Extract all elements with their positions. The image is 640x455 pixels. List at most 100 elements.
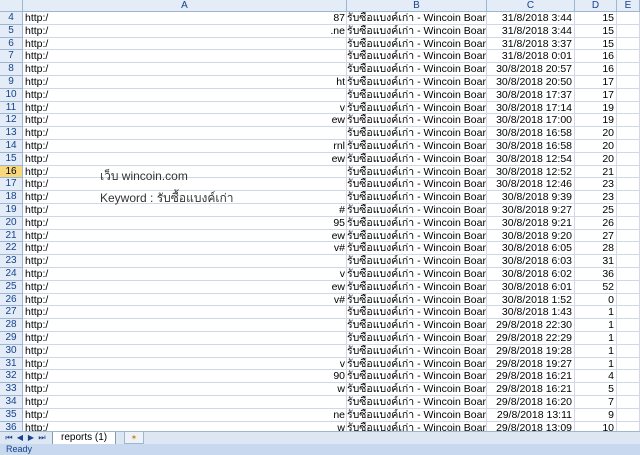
row-header[interactable]: 27	[0, 306, 23, 320]
cell-url[interactable]: http:/	[23, 306, 347, 320]
row-header[interactable]: 8	[0, 63, 23, 76]
spreadsheet-grid[interactable]: A B C D E 4 http:/87 รับซื้อแบงค์เก่า - Wi…	[0, 0, 640, 431]
cell-title[interactable]: รับซื้อแบงค์เก่า - Wincoin Board	[347, 357, 487, 371]
cell-empty[interactable]	[617, 331, 640, 345]
column-header-c[interactable]: C	[487, 0, 575, 12]
row-header[interactable]: 24	[0, 267, 23, 281]
cell-rank[interactable]: 19	[575, 101, 617, 115]
cell-url[interactable]: http:/ ht	[23, 75, 347, 89]
cell-title[interactable]: รับซื้อแบงค์เก่า - Wincoin Board	[347, 101, 487, 115]
cell-rank[interactable]: 4	[575, 370, 617, 384]
row-header[interactable]: 16	[0, 165, 23, 179]
column-header-b[interactable]: B	[347, 0, 487, 12]
row-header[interactable]: 6	[0, 37, 23, 51]
cell-empty[interactable]	[617, 280, 640, 294]
row-header[interactable]: 29	[0, 331, 23, 345]
cell-date[interactable]: 31/8/2018 3:44	[487, 12, 575, 25]
cell-url[interactable]: http:/ ne	[23, 408, 347, 422]
cell-empty[interactable]	[617, 319, 640, 332]
cell-title[interactable]: รับซื้อแบงค์เก่า - Wincoin Board	[347, 50, 487, 64]
row-header[interactable]: 35	[0, 408, 23, 422]
cell-date[interactable]: 30/8/2018 6:05	[487, 242, 575, 256]
row-header[interactable]: 21	[0, 229, 23, 243]
cell-empty[interactable]	[617, 267, 640, 281]
cell-title[interactable]: รับซื้อแบงค์เก่า - Wincoin Board	[347, 24, 487, 38]
cell-rank[interactable]: 25	[575, 203, 617, 217]
cell-title[interactable]: รับซื้อแบงค์เก่า - Wincoin Board	[347, 267, 487, 281]
cell-title[interactable]: รับซื้อแบงค์เก่า - Wincoin Board	[347, 280, 487, 294]
cell-date[interactable]: 30/8/2018 6:03	[487, 255, 575, 268]
cell-empty[interactable]	[617, 255, 640, 268]
cell-url[interactable]: http:/ v#	[23, 242, 347, 256]
cell-empty[interactable]	[617, 306, 640, 320]
cell-rank[interactable]: 10	[575, 421, 617, 431]
cell-empty[interactable]	[617, 191, 640, 204]
cell-empty[interactable]	[617, 152, 640, 166]
cell-empty[interactable]	[617, 114, 640, 128]
cell-url[interactable]: http:/ v	[23, 101, 347, 115]
cell-rank[interactable]: 15	[575, 24, 617, 38]
cell-url[interactable]: http:/	[23, 127, 347, 140]
cell-title[interactable]: รับซื้อแบงค์เก่า - Wincoin Board	[347, 37, 487, 51]
cell-rank[interactable]: 0	[575, 293, 617, 307]
row-header[interactable]: 32	[0, 370, 23, 384]
row-header[interactable]: 19	[0, 203, 23, 217]
last-sheet-icon[interactable]: ⏭	[37, 433, 47, 443]
cell-rank[interactable]: 20	[575, 139, 617, 153]
cell-rank[interactable]: 17	[575, 75, 617, 89]
cell-date[interactable]: 30/8/2018 9:21	[487, 216, 575, 230]
cell-empty[interactable]	[617, 229, 640, 243]
cell-title[interactable]: รับซื้อแบงค์เก่า - Wincoin Board	[347, 75, 487, 89]
cell-rank[interactable]: 1	[575, 306, 617, 320]
cell-title[interactable]: รับซื้อแบงค์เก่า - Wincoin Board	[347, 383, 487, 396]
cell-date[interactable]: 31/8/2018 3:44	[487, 24, 575, 38]
cell-title[interactable]: รับซื้อแบงค์เก่า - Wincoin Board	[347, 255, 487, 268]
cell-empty[interactable]	[617, 293, 640, 307]
cell-date[interactable]: 31/8/2018 3:37	[487, 37, 575, 51]
cell-rank[interactable]: 21	[575, 165, 617, 179]
cell-rank[interactable]: 31	[575, 255, 617, 268]
cell-title[interactable]: รับซื้อแบงค์เก่า - Wincoin Board	[347, 165, 487, 179]
cell-empty[interactable]	[617, 37, 640, 51]
cell-empty[interactable]	[617, 127, 640, 140]
cell-date[interactable]: 30/8/2018 17:37	[487, 88, 575, 102]
cell-rank[interactable]: 1	[575, 319, 617, 332]
row-header[interactable]: 5	[0, 24, 23, 38]
row-header[interactable]: 25	[0, 280, 23, 294]
cell-title[interactable]: รับซื้อแบงค์เก่า - Wincoin Board	[347, 216, 487, 230]
row-header[interactable]: 12	[0, 114, 23, 128]
cell-rank[interactable]: 16	[575, 63, 617, 76]
cell-date[interactable]: 30/8/2018 12:52	[487, 165, 575, 179]
cell-date[interactable]: 29/8/2018 22:30	[487, 319, 575, 332]
cell-empty[interactable]	[617, 24, 640, 38]
cell-date[interactable]: 30/8/2018 17:00	[487, 114, 575, 128]
cell-empty[interactable]	[617, 75, 640, 89]
first-sheet-icon[interactable]: ⏮	[4, 433, 14, 443]
cell-title[interactable]: รับซื้อแบงค์เก่า - Wincoin Board	[347, 331, 487, 345]
cell-date[interactable]: 30/8/2018 6:02	[487, 267, 575, 281]
cell-rank[interactable]: 20	[575, 152, 617, 166]
cell-rank[interactable]: 23	[575, 191, 617, 204]
cell-title[interactable]: รับซื้อแบงค์เก่า - Wincoin Board	[347, 139, 487, 153]
row-header[interactable]: 20	[0, 216, 23, 230]
cell-rank[interactable]: 19	[575, 114, 617, 128]
cell-url[interactable]: http:/ v	[23, 267, 347, 281]
cell-date[interactable]: 29/8/2018 16:20	[487, 395, 575, 409]
cell-url[interactable]: http:/ ew	[23, 280, 347, 294]
row-header[interactable]: 34	[0, 395, 23, 409]
cell-rank[interactable]: 1	[575, 331, 617, 345]
cell-date[interactable]: 30/8/2018 12:46	[487, 178, 575, 192]
row-header[interactable]: 22	[0, 242, 23, 256]
cell-date[interactable]: 30/8/2018 1:43	[487, 306, 575, 320]
cell-empty[interactable]	[617, 216, 640, 230]
row-header[interactable]: 14	[0, 139, 23, 153]
row-header[interactable]: 26	[0, 293, 23, 307]
cell-date[interactable]: 30/8/2018 6:01	[487, 280, 575, 294]
cell-title[interactable]: รับซื้อแบงค์เก่า - Wincoin Board	[347, 229, 487, 243]
cell-title[interactable]: รับซื้อแบงค์เก่า - Wincoin Board	[347, 319, 487, 332]
cell-url[interactable]: http:/ v#	[23, 293, 347, 307]
cell-url[interactable]: http:/	[23, 37, 347, 51]
cell-rank[interactable]: 7	[575, 395, 617, 409]
cell-title[interactable]: รับซื้อแบงค์เก่า - Wincoin Board	[347, 88, 487, 102]
next-sheet-icon[interactable]: ▶	[26, 433, 36, 443]
